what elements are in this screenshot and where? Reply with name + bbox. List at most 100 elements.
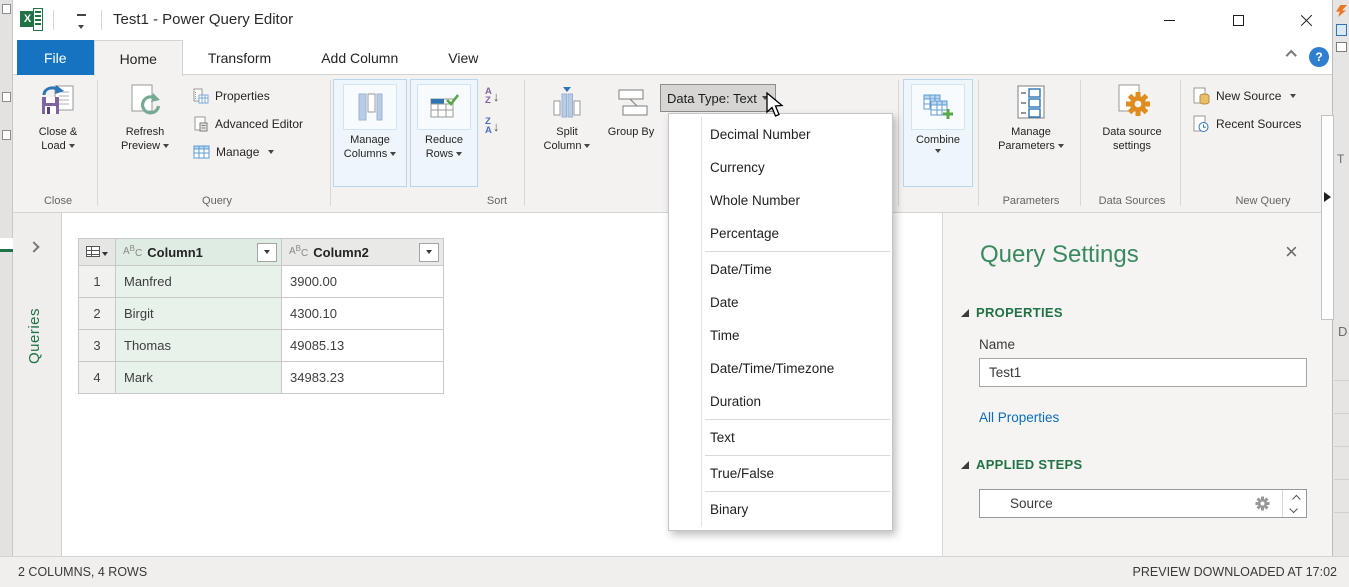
group-by-button[interactable]: Group By xyxy=(600,81,662,139)
column-filter-dropdown[interactable] xyxy=(419,242,439,262)
combine-button[interactable]: Combine xyxy=(903,79,973,187)
column-header-column1[interactable]: ABC Column1 xyxy=(115,238,282,266)
cell[interactable]: 49085.13 xyxy=(281,329,444,362)
reduce-rows-icon xyxy=(417,84,471,130)
close-group-label: Close xyxy=(43,195,73,207)
sort-group-label: Sort xyxy=(486,195,508,207)
row-number[interactable]: 2 xyxy=(78,297,116,330)
manage-columns-button[interactable]: Manage Columns xyxy=(333,79,407,187)
expand-right-icon xyxy=(1324,192,1331,202)
menu-item-percentage[interactable]: Percentage xyxy=(669,217,892,250)
advanced-editor-icon xyxy=(194,116,208,132)
new-source-button[interactable]: New Source xyxy=(1193,87,1328,105)
table-menu-caret-icon xyxy=(102,252,108,256)
data-source-settings-button[interactable]: Data source settings xyxy=(1088,81,1176,153)
tab-home[interactable]: Home xyxy=(93,40,183,76)
step-reorder-spinner[interactable] xyxy=(1282,490,1306,517)
recent-sources-icon xyxy=(1193,115,1209,132)
ribbon-overflow-button[interactable] xyxy=(1321,115,1334,320)
queries-pane-label: Queries xyxy=(26,308,43,365)
sort-ascending-button[interactable]: A Z ↓ xyxy=(485,85,523,107)
cell[interactable]: 3900.00 xyxy=(281,265,444,298)
quick-access-toolbar-dropdown-icon[interactable] xyxy=(75,14,87,36)
menu-item-true-false[interactable]: True/False xyxy=(669,457,892,490)
cell[interactable]: Birgit xyxy=(115,297,282,330)
column-header-column2[interactable]: ABC Column2 xyxy=(281,238,444,266)
tab-file[interactable]: File xyxy=(17,40,94,75)
status-preview-downloaded: PREVIEW DOWNLOADED AT 17:02 xyxy=(1132,565,1337,579)
tab-view[interactable]: View xyxy=(423,40,503,75)
cell[interactable]: Manfred xyxy=(115,265,282,298)
table-row: 3 Thomas 49085.13 xyxy=(78,329,444,362)
sort-descending-button[interactable]: Z A ↓ xyxy=(485,115,523,137)
advanced-editor-label: Advanced Editor xyxy=(215,117,304,131)
minimize-button[interactable] xyxy=(1146,0,1192,40)
data-type-dropdown[interactable]: Data Type: Text xyxy=(660,84,776,112)
menu-item-currency[interactable]: Currency xyxy=(669,151,892,184)
properties-icon xyxy=(193,88,209,104)
applied-steps-heading: APPLIED STEPS xyxy=(976,457,1083,472)
all-properties-link[interactable]: All Properties xyxy=(979,410,1059,425)
close-panel-icon[interactable]: × xyxy=(1285,241,1298,263)
menu-item-decimal-number[interactable]: Decimal Number xyxy=(669,118,892,151)
status-bar: 2 COLUMNS, 4 ROWS PREVIEW DOWNLOADED AT … xyxy=(0,556,1349,587)
menu-item-whole-number[interactable]: Whole Number xyxy=(669,184,892,217)
move-down-icon[interactable] xyxy=(1288,504,1298,513)
row-number[interactable]: 4 xyxy=(78,361,116,394)
cell[interactable]: 4300.10 xyxy=(281,297,444,330)
menu-item-binary[interactable]: Binary xyxy=(669,493,892,526)
cell[interactable]: Mark xyxy=(115,361,282,394)
split-column-button[interactable]: Split Column xyxy=(535,81,599,153)
expand-queries-pane-icon[interactable] xyxy=(28,241,42,255)
queries-pane[interactable]: Queries xyxy=(13,213,62,556)
row-number[interactable]: 3 xyxy=(78,329,116,362)
collapse-ribbon-icon[interactable] xyxy=(1283,49,1299,66)
column-filter-dropdown[interactable] xyxy=(257,242,277,262)
menu-item-date-time-timezone[interactable]: Date/Time/Timezone xyxy=(669,352,892,385)
maximize-button[interactable] xyxy=(1215,0,1261,40)
select-all-corner-cell[interactable] xyxy=(78,238,116,266)
cell[interactable]: Thomas xyxy=(115,329,282,362)
reduce-rows-button[interactable]: Reduce Rows xyxy=(410,79,478,187)
data-sources-group-label: Data Sources xyxy=(1098,195,1166,207)
menu-item-time[interactable]: Time xyxy=(669,319,892,352)
reduce-rows-label: Reduce Rows xyxy=(425,134,463,160)
titlebar-divider xyxy=(101,10,102,30)
text-type-icon[interactable]: ABC xyxy=(289,244,308,260)
window-title: Test1 - Power Query Editor xyxy=(113,11,294,28)
tab-transform[interactable]: Transform xyxy=(183,40,296,75)
menu-item-text[interactable]: Text xyxy=(669,421,892,454)
menu-item-duration[interactable]: Duration xyxy=(669,385,892,418)
menu-separator xyxy=(705,251,890,252)
refresh-preview-button[interactable]: Refresh Preview xyxy=(105,81,185,153)
manage-parameters-button[interactable]: Manage Parameters xyxy=(988,81,1074,153)
text-type-icon[interactable]: ABC xyxy=(123,244,142,260)
tab-add-column[interactable]: Add Column xyxy=(296,40,423,75)
applied-step-item[interactable]: Source xyxy=(979,489,1307,518)
cell[interactable]: 34983.23 xyxy=(281,361,444,394)
move-up-icon[interactable] xyxy=(1291,494,1301,503)
query-name-input[interactable] xyxy=(979,358,1307,387)
grid-header-row: ABC Column1 ABC Column2 xyxy=(78,238,444,266)
properties-section-header[interactable]: PROPERTIES xyxy=(961,305,1063,320)
menu-item-date-time[interactable]: Date/Time xyxy=(669,253,892,286)
close-and-load-button[interactable]: Close & Load xyxy=(20,81,96,153)
ribbon-tabs: File Home Transform Add Column View xyxy=(17,40,503,76)
row-number[interactable]: 1 xyxy=(78,265,116,298)
new-source-label: New Source xyxy=(1216,89,1282,103)
titlebar-divider xyxy=(53,10,54,30)
query-settings-title: Query Settings xyxy=(980,241,1139,268)
parameters-group-label: Parameters xyxy=(1002,195,1060,207)
menu-item-date[interactable]: Date xyxy=(669,286,892,319)
properties-button[interactable]: Properties xyxy=(193,87,329,105)
titlebar: X Test1 - Power Query Editor xyxy=(13,0,1332,40)
step-settings-gear-icon[interactable] xyxy=(1255,496,1270,511)
advanced-editor-button[interactable]: Advanced Editor xyxy=(193,115,329,133)
split-column-icon xyxy=(551,81,583,123)
applied-steps-section-header[interactable]: APPLIED STEPS xyxy=(961,457,1082,472)
table-row: 2 Birgit 4300.10 xyxy=(78,297,444,330)
close-window-button[interactable] xyxy=(1291,0,1321,40)
help-button[interactable]: ? xyxy=(1309,47,1329,67)
recent-sources-button[interactable]: Recent Sources xyxy=(1193,115,1328,133)
manage-button[interactable]: Manage xyxy=(193,143,329,161)
